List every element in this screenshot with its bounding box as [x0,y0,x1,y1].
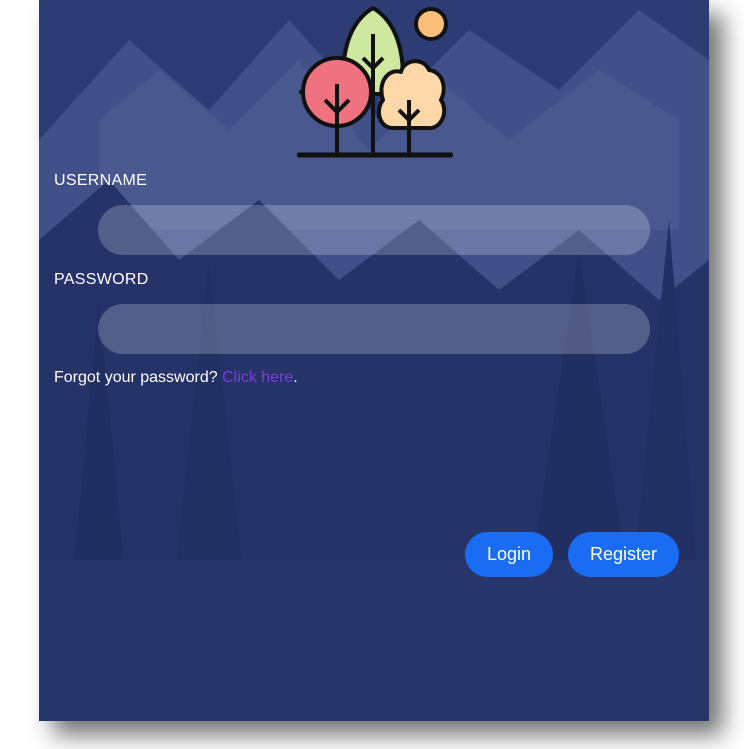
username-input[interactable] [98,205,650,255]
register-button[interactable]: Register [568,532,679,577]
forgot-password-link[interactable]: Click here [222,369,293,386]
login-card: USERNAME PASSWORD Forgot your password? … [39,0,709,721]
forgot-password-text: Forgot your password? Click here. [54,369,298,387]
username-label: USERNAME [54,172,148,189]
forgot-suffix: . [293,369,298,386]
forgot-prompt: Forgot your password? [54,369,223,386]
password-label: PASSWORD [54,271,149,288]
password-input[interactable] [98,304,650,354]
trees-logo-icon [297,6,453,158]
login-button[interactable]: Login [465,532,553,577]
